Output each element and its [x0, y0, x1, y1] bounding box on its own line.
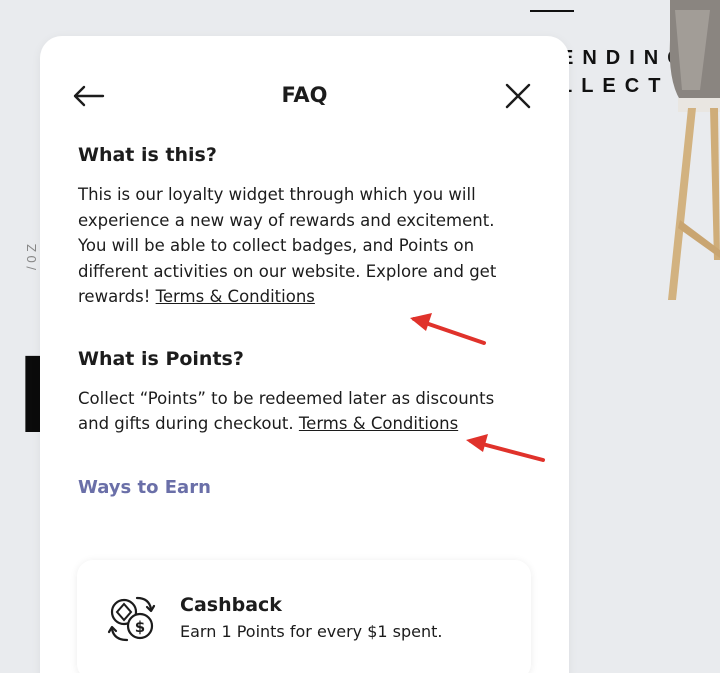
- background-divider: [530, 10, 574, 12]
- cashback-coins-icon: $: [107, 596, 156, 642]
- faq-item: What is this? This is our loyalty widget…: [78, 142, 498, 310]
- close-button[interactable]: [498, 78, 538, 114]
- terms-link[interactable]: Terms & Conditions: [299, 414, 458, 433]
- terms-link[interactable]: Terms & Conditions: [156, 287, 315, 306]
- svg-text:$: $: [135, 618, 145, 636]
- chair-image: [668, 0, 720, 300]
- faq-modal: FAQ What is this? This is our loyalty wi…: [40, 36, 569, 673]
- modal-title: FAQ: [281, 83, 328, 107]
- faq-answer: Collect “Points” to be redeemed later as…: [78, 386, 498, 437]
- earn-card-title: Cashback: [180, 594, 282, 616]
- faq-content: What is this? This is our loyalty widget…: [78, 142, 498, 498]
- faq-item: What is Points? Collect “Points” to be r…: [78, 346, 498, 437]
- earn-card-description: Earn 1 Points for every $1 spent.: [180, 622, 443, 641]
- faq-question: What is this?: [78, 144, 217, 166]
- modal-header: FAQ: [40, 36, 569, 156]
- background-large-glyph: I: [18, 340, 42, 450]
- faq-answer: This is our loyalty widget through which…: [78, 182, 498, 310]
- close-icon: [505, 83, 531, 109]
- faq-question: What is Points?: [78, 347, 244, 370]
- ways-to-earn-heading: Ways to Earn: [78, 476, 211, 498]
- earn-card-cashback[interactable]: $ Cashback Earn 1 Points for every $1 sp…: [77, 560, 531, 673]
